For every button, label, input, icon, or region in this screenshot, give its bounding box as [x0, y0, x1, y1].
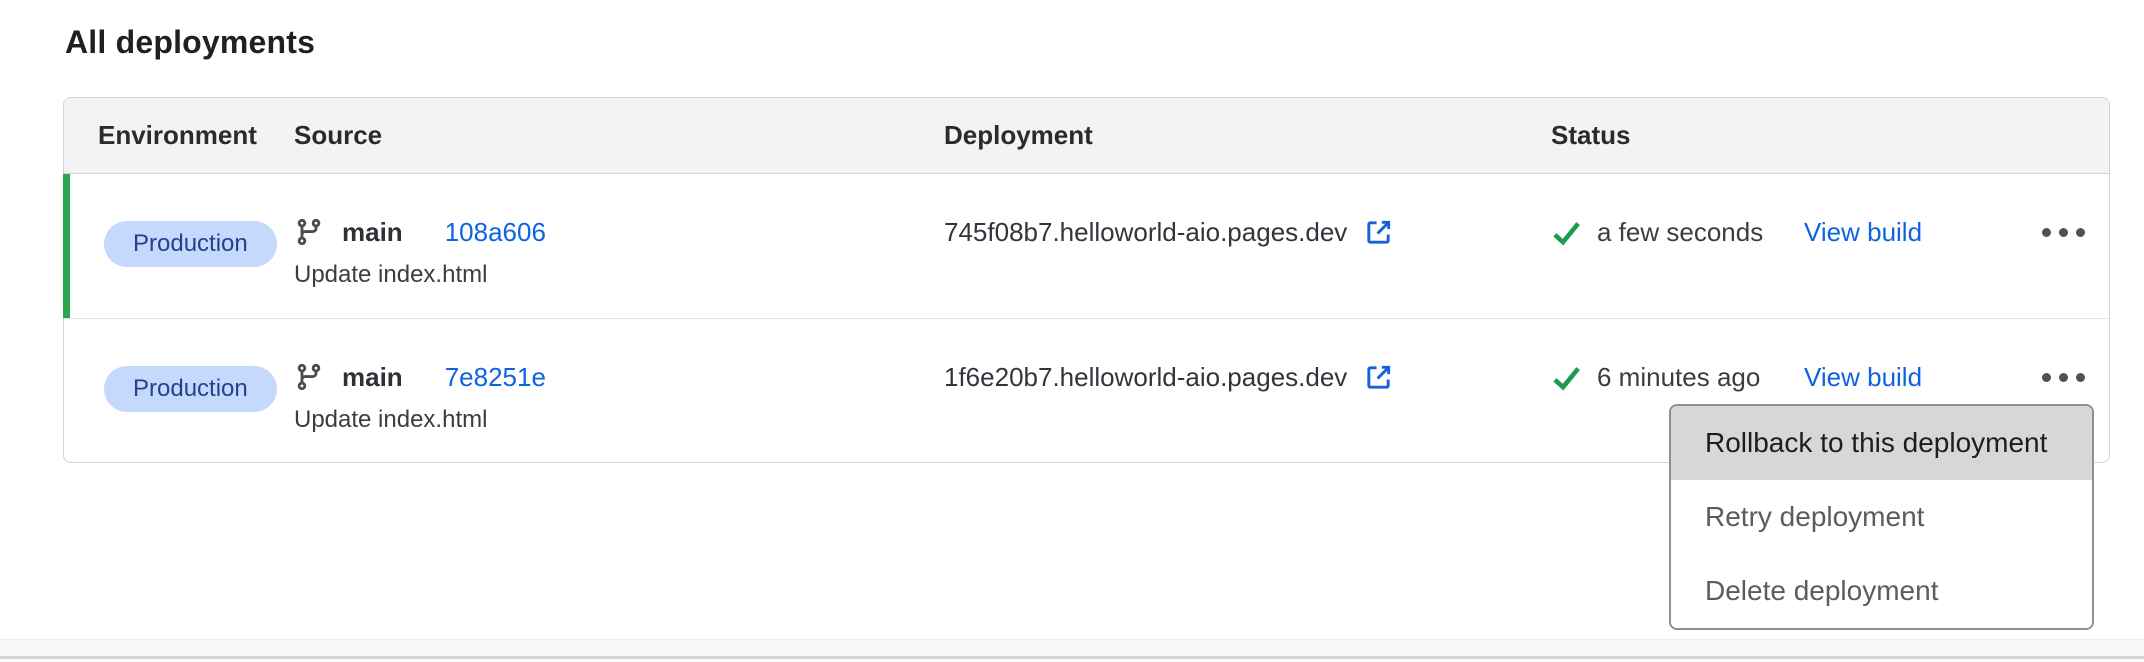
git-branch-icon [294, 217, 324, 247]
deployment-context-menu: Rollback to this deployment Retry deploy… [1669, 404, 2094, 630]
ellipsis-icon [2042, 373, 2051, 382]
column-header-source: Source [294, 120, 944, 151]
status-text: a few seconds [1597, 216, 1763, 248]
column-header-deployment: Deployment [944, 120, 1551, 151]
deployment-url: 1f6e20b7.helloworld-aio.pages.dev [944, 361, 1347, 393]
ellipsis-icon [2042, 228, 2051, 237]
status-cell: a few seconds View build [1551, 174, 2109, 248]
check-icon [1551, 217, 1582, 248]
page-bottom-divider [0, 639, 2144, 662]
environment-cell: Production [98, 174, 294, 267]
deployment-cell: 745f08b7.helloworld-aio.pages.dev [944, 174, 1551, 248]
source-cell: main 7e8251e Update index.html [294, 319, 944, 436]
branch-name: main [342, 216, 403, 248]
commit-link[interactable]: 7e8251e [445, 361, 546, 393]
deployment-row: Production main 108a606 Update index.htm… [64, 174, 2109, 319]
check-icon [1551, 362, 1582, 393]
environment-cell: Production [98, 319, 294, 412]
page-title: All deployments [65, 24, 315, 61]
column-header-environment: Environment [98, 120, 294, 151]
view-build-link[interactable]: View build [1804, 361, 1922, 393]
branch-name: main [342, 361, 403, 393]
external-link-icon[interactable] [1363, 217, 1394, 248]
external-link-icon[interactable] [1363, 362, 1394, 393]
commit-message: Update index.html [294, 404, 944, 436]
source-cell: main 108a606 Update index.html [294, 174, 944, 291]
environment-badge: Production [104, 366, 277, 412]
deployment-cell: 1f6e20b7.helloworld-aio.pages.dev [944, 319, 1551, 393]
commit-link[interactable]: 108a606 [445, 216, 546, 248]
column-header-status: Status [1551, 120, 2109, 151]
deployment-url: 745f08b7.helloworld-aio.pages.dev [944, 216, 1347, 248]
commit-message: Update index.html [294, 259, 944, 291]
active-deployment-indicator [63, 174, 70, 318]
view-build-link[interactable]: View build [1804, 216, 1922, 248]
menu-item-rollback[interactable]: Rollback to this deployment [1671, 406, 2092, 480]
status-text: 6 minutes ago [1597, 361, 1760, 393]
menu-item-delete[interactable]: Delete deployment [1671, 554, 2092, 628]
table-header-row: Environment Source Deployment Status [64, 98, 2109, 174]
row-menu-button[interactable] [2042, 216, 2085, 248]
environment-badge: Production [104, 221, 277, 267]
git-branch-icon [294, 362, 324, 392]
row-menu-button[interactable] [2042, 361, 2085, 393]
menu-item-retry[interactable]: Retry deployment [1671, 480, 2092, 554]
status-cell: 6 minutes ago View build [1551, 319, 2109, 393]
divider-line [0, 656, 2144, 659]
